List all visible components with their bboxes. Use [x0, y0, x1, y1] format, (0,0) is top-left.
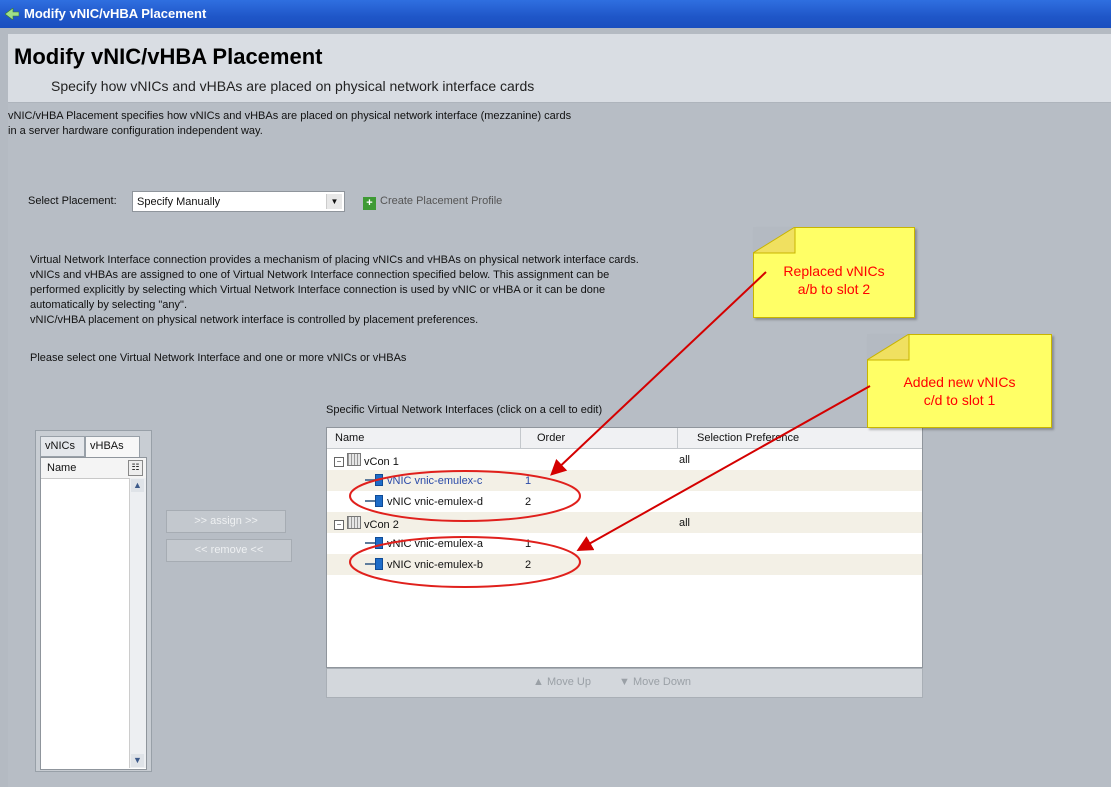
vni-description: Virtual Network Interface connection pro… — [30, 253, 760, 328]
move-down-button[interactable]: ▼ Move Down — [619, 676, 691, 688]
move-up-button[interactable]: ▲ Move Up — [533, 676, 591, 688]
vni-grid-title: Specific Virtual Network Interfaces (cli… — [326, 404, 603, 416]
row-order[interactable]: 1 — [525, 474, 531, 489]
note-line: Added new vNICs — [903, 374, 1016, 390]
vcon-icon — [347, 516, 361, 529]
row-name: vNIC vnic-emulex-b — [387, 559, 483, 571]
row-order[interactable]: 2 — [525, 558, 531, 573]
placement-description: vNIC/vHBA Placement specifies how vNICs … — [8, 109, 571, 139]
column-header-order[interactable]: Order — [537, 431, 565, 446]
placement-dropdown-value: Specify Manually — [137, 196, 221, 208]
column-divider[interactable] — [677, 428, 678, 448]
list-column-name[interactable]: Name — [47, 461, 76, 476]
app-icon — [5, 8, 19, 20]
annotation-note-added: Added new vNICs c/d to slot 1 — [867, 334, 1052, 428]
vni-grid: Name Order Selection Preference − vCon 1 … — [326, 427, 923, 668]
vcon-cell[interactable]: − vCon 2 — [334, 516, 399, 533]
description-line: vNIC/vHBA Placement specifies how vNICs … — [8, 110, 572, 122]
vni-text-line: automatically by selecting "any". — [30, 299, 187, 311]
vni-text-line: performed explicitly by selecting which … — [30, 284, 606, 296]
column-header-name[interactable]: Name — [335, 431, 364, 446]
move-down-label: Move Down — [632, 676, 692, 688]
note-text: Added new vNICs c/d to slot 1 — [868, 373, 1051, 409]
note-fold-icon — [753, 227, 796, 254]
row-preference[interactable]: all — [679, 516, 690, 531]
note-fold-icon — [867, 334, 910, 361]
create-placement-profile-label: Create Placement Profile — [380, 195, 503, 207]
collapse-icon[interactable]: − — [334, 457, 344, 467]
description-line: in a server hardware configuration indep… — [8, 125, 263, 137]
vcon-icon — [347, 453, 361, 466]
row-order[interactable]: 1 — [525, 537, 531, 552]
vcon-cell[interactable]: − vCon 1 — [334, 453, 399, 470]
collapse-icon[interactable]: − — [334, 520, 344, 530]
table-row[interactable]: vNIC vnic-emulex-a 1 — [327, 533, 922, 554]
vnic-cell[interactable]: vNIC vnic-emulex-b — [365, 558, 483, 573]
table-row[interactable]: − vCon 2 all — [327, 512, 922, 533]
column-header-selection-preference[interactable]: Selection Preference — [697, 431, 799, 446]
scroll-down-icon[interactable]: ▼ — [131, 754, 144, 767]
assign-button[interactable]: >> assign >> — [166, 510, 286, 533]
table-row[interactable]: vNIC vnic-emulex-c 1 — [327, 470, 922, 491]
vni-text-line: vNICs and vHBAs are assigned to one of V… — [30, 269, 610, 281]
dropdown-arrow-icon[interactable]: ▼ — [326, 194, 342, 209]
instruction-text: Please select one Virtual Network Interf… — [30, 352, 407, 364]
column-divider[interactable] — [520, 428, 521, 448]
vnic-cell[interactable]: vNIC vnic-emulex-d — [365, 495, 483, 510]
table-row[interactable]: vNIC vnic-emulex-b 2 — [327, 554, 922, 575]
note-line: c/d to slot 1 — [923, 392, 996, 408]
annotation-note-replaced: Replaced vNICs a/b to slot 2 — [753, 227, 915, 318]
note-line: Replaced vNICs — [783, 263, 885, 279]
placement-dropdown[interactable]: Specify Manually ▼ — [132, 191, 345, 212]
row-name: vNIC vnic-emulex-a — [387, 538, 483, 550]
arrow-up-icon: ▲ — [533, 676, 547, 688]
window-title: Modify vNIC/vHBA Placement — [24, 6, 207, 21]
remove-button[interactable]: << remove << — [166, 539, 292, 562]
row-order[interactable]: 2 — [525, 495, 531, 510]
row-name: vCon 1 — [364, 456, 399, 468]
row-name: vNIC vnic-emulex-d — [387, 496, 483, 508]
nic-icon — [365, 495, 384, 507]
vnic-cell[interactable]: vNIC vnic-emulex-c — [365, 474, 482, 489]
arrow-down-icon: ▼ — [619, 676, 633, 688]
nic-icon — [365, 558, 384, 570]
nic-icon — [365, 474, 384, 486]
move-up-label: Move Up — [546, 676, 591, 688]
note-text: Replaced vNICs a/b to slot 2 — [754, 262, 914, 298]
create-placement-profile-link[interactable]: + Create Placement Profile — [363, 194, 502, 210]
window-title-bar: Modify vNIC/vHBA Placement — [0, 0, 1111, 28]
scroll-up-icon[interactable]: ▲ — [131, 479, 144, 492]
table-row[interactable]: vNIC vnic-emulex-d 2 — [327, 491, 922, 512]
select-placement-label: Select Placement: — [28, 195, 117, 207]
list-scrollbar[interactable]: ▲ ▼ — [129, 478, 146, 768]
plus-icon: + — [363, 197, 376, 210]
vni-text-line: vNIC/vHBA placement on physical network … — [30, 314, 479, 326]
dialog-content: vNIC/vHBA Placement specifies how vNICs … — [8, 103, 1111, 787]
row-preference[interactable]: all — [679, 453, 690, 468]
row-name: vNIC vnic-emulex-c — [387, 475, 483, 487]
note-line: a/b to slot 2 — [797, 281, 871, 297]
vni-text-line: Virtual Network Interface connection pro… — [30, 254, 639, 266]
column-chooser-icon[interactable]: ☷ — [128, 460, 143, 476]
vnic-vhba-panel: vNICs vHBAs Name ☷ ▲ ▼ — [35, 430, 152, 772]
row-name: vCon 2 — [364, 519, 399, 531]
vnic-cell[interactable]: vNIC vnic-emulex-a — [365, 537, 483, 552]
dialog-header: Modify vNIC/vHBA Placement Specify how v… — [8, 34, 1111, 103]
list-header: Name ☷ — [41, 458, 146, 479]
grid-header: Name Order Selection Preference — [327, 428, 922, 449]
tab-vnics[interactable]: vNICs — [40, 436, 85, 457]
page-subtitle: Specify how vNICs and vHBAs are placed o… — [51, 78, 535, 94]
vnic-list[interactable]: Name ☷ ▲ ▼ — [40, 457, 147, 770]
page-title: Modify vNIC/vHBA Placement — [14, 44, 323, 69]
move-toolbar: ▲ Move Up ▼ Move Down — [326, 668, 923, 698]
nic-icon — [365, 537, 384, 549]
table-row[interactable]: − vCon 1 all — [327, 449, 922, 470]
tab-vhbas[interactable]: vHBAs — [85, 436, 140, 457]
